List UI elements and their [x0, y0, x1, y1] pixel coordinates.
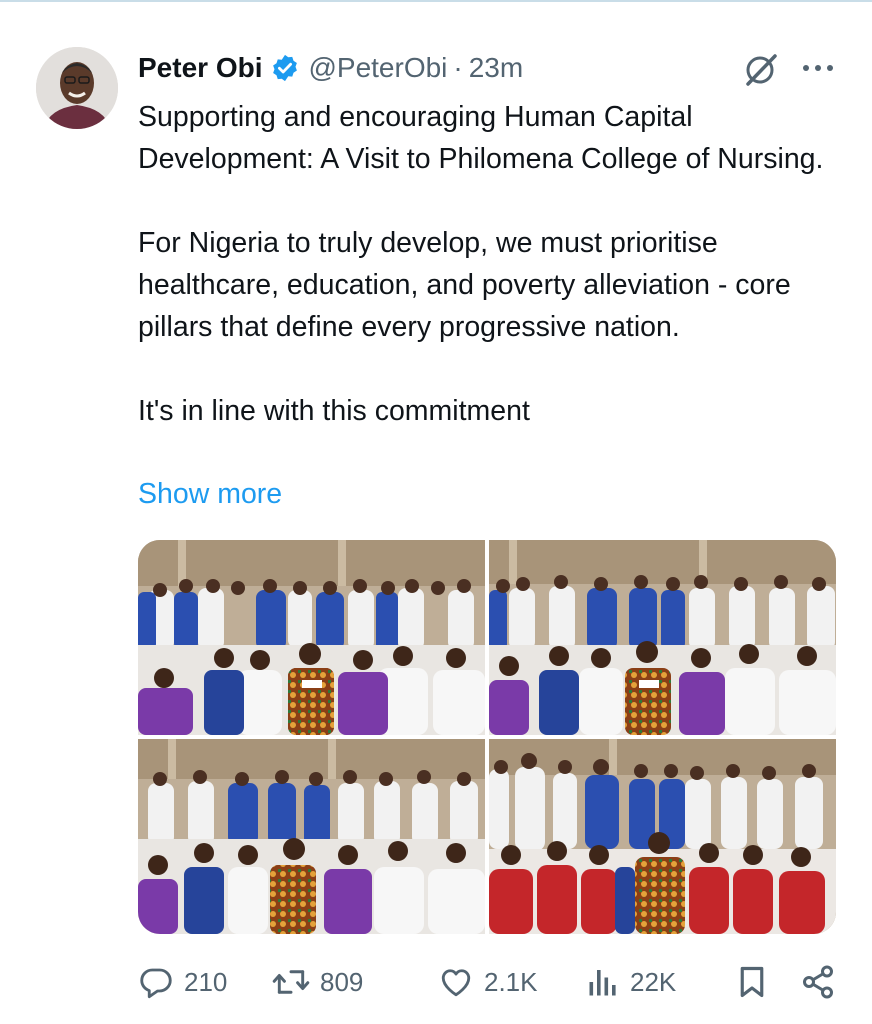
top-divider: [0, 0, 872, 2]
more-options-icon[interactable]: [800, 56, 836, 80]
like-button[interactable]: 2.1K: [438, 960, 538, 1004]
share-icon: [800, 964, 836, 1000]
reply-button[interactable]: 210: [138, 960, 227, 1004]
views-count: 22K: [630, 966, 677, 997]
retweet-button[interactable]: 809: [272, 960, 363, 1004]
bookmark-icon: [736, 964, 768, 1000]
tweet-paragraph-2: For Nigeria to truly develop, we must pr…: [138, 227, 791, 343]
avatar-image: [36, 47, 118, 129]
media-grid: [138, 540, 836, 934]
header-separator: ·: [453, 52, 463, 83]
media-photo-3[interactable]: [138, 739, 485, 934]
heart-icon: [438, 964, 474, 1000]
tweet-text: Supporting and encouraging Human Capital…: [138, 96, 838, 432]
media-photo-4[interactable]: [489, 739, 836, 934]
like-count: 2.1K: [484, 966, 538, 997]
reply-icon: [138, 964, 174, 1000]
grok-icon[interactable]: [742, 50, 780, 88]
share-button[interactable]: [800, 960, 836, 1004]
author-display-name[interactable]: Peter Obi: [138, 52, 262, 84]
views-button[interactable]: 22K: [586, 960, 676, 1004]
verified-badge-icon[interactable]: [270, 53, 300, 83]
media-photo-1[interactable]: [138, 540, 485, 735]
author-handle[interactable]: @PeterObi: [308, 52, 447, 84]
avatar[interactable]: [36, 47, 118, 129]
tweet-header: Peter Obi @PeterObi · 23m: [138, 48, 523, 88]
tweet-timestamp[interactable]: 23m: [469, 52, 523, 84]
retweet-icon: [272, 964, 310, 1000]
tweet-paragraph-1: Supporting and encouraging Human Capital…: [138, 101, 824, 175]
views-chart-icon: [586, 964, 620, 1000]
retweet-count: 809: [320, 966, 364, 997]
bookmark-button[interactable]: [736, 960, 768, 1004]
reply-count: 210: [184, 966, 228, 997]
tweet-actions-bar: 210 809 2.1K 22K: [138, 960, 838, 1004]
media-photo-2[interactable]: [489, 540, 836, 735]
tweet-paragraph-3: It's in line with this commitment: [138, 395, 530, 427]
show-more-link[interactable]: Show more: [138, 473, 282, 515]
